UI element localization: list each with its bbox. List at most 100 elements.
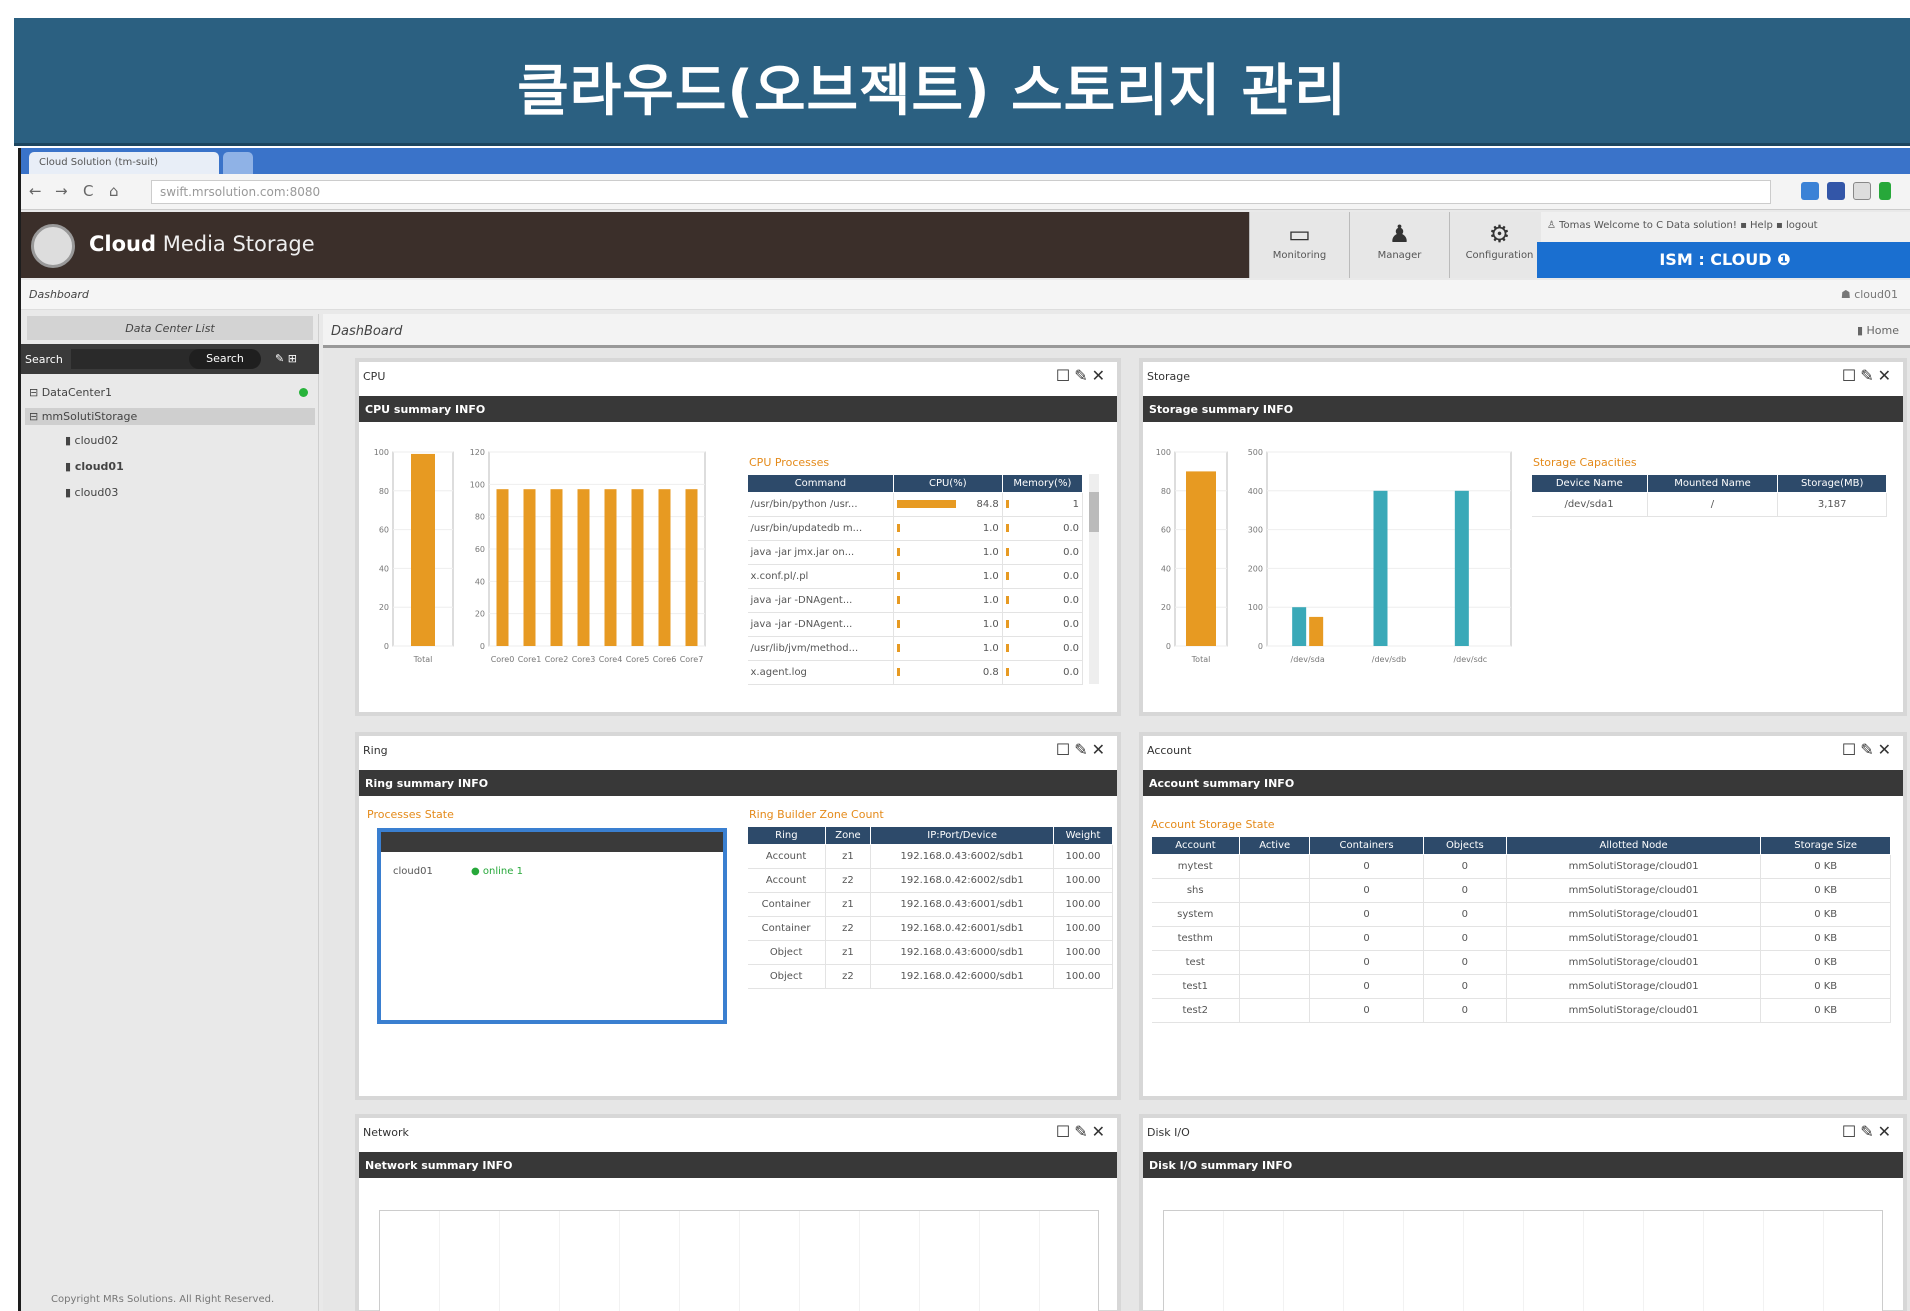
home-link[interactable]: ▮ Home [1857,324,1899,337]
extension-icon[interactable] [1853,182,1871,200]
table-row[interactable]: Account z1 192.168.0.43:6002/sdb1 100.00 [747,844,1113,869]
browser-tab[interactable]: Cloud Solution (tm-suit) [29,152,219,174]
close-icon[interactable]: ✕ [1878,366,1895,385]
scrollbar[interactable] [1089,474,1099,684]
x-tick-label: Total [1191,655,1211,664]
table-cell: z2 [825,964,872,989]
table-row[interactable]: test2 0 0 mmSolutiStorage/cloud01 0 KB [1151,998,1891,1023]
panel-controls: ☐✎✕ [1056,740,1109,759]
table-cell: 0 [1423,878,1507,903]
column-header[interactable]: Device Name [1531,474,1648,493]
table-row[interactable]: system 0 0 mmSolutiStorage/cloud01 0 KB [1151,902,1891,927]
table-row[interactable]: java -jar -DNAgent... 1.0 0.0 [747,588,1084,613]
table-row[interactable]: java -jar -DNAgent... 1.0 0.0 [747,612,1084,637]
reload-icon[interactable]: C [83,182,93,200]
table-row[interactable]: testhm 0 0 mmSolutiStorage/cloud01 0 KB [1151,926,1891,951]
configuration-button[interactable]: ⚙ Configuration [1449,212,1549,278]
breadcrumb[interactable]: Dashboard [29,288,89,301]
maximize-icon[interactable]: ☐ [1842,740,1860,759]
breadcrumb-node[interactable]: ☗ cloud01 [1841,288,1898,301]
table-row[interactable]: Object z2 192.168.0.42:6000/sdb1 100.00 [747,964,1113,989]
user-welcome[interactable]: ♙ Tomas Welcome to C Data solution! ▪ He… [1541,212,1910,242]
column-header[interactable]: Objects [1422,836,1507,855]
y-tick-label: 100 [374,448,389,457]
table-row[interactable]: /usr/bin/python /usr... 84.8 1 [747,492,1084,517]
maximize-icon[interactable]: ☐ [1056,740,1074,759]
column-header[interactable]: Zone [824,826,872,845]
search-button[interactable]: Search [189,349,261,369]
table-row[interactable]: x.agent.log 0.8 0.0 [747,660,1084,685]
table-row[interactable]: /dev/sda1/3,187 [1531,492,1887,517]
datacenter-list-header[interactable]: Data Center List [27,316,313,340]
column-header[interactable]: Allotted Node [1505,836,1762,855]
column-header[interactable]: Account [1151,836,1240,855]
table-row[interactable]: mytest 0 0 mmSolutiStorage/cloud01 0 KB [1151,854,1891,879]
edit-icon[interactable]: ✎ [1074,740,1091,759]
maximize-icon[interactable]: ☐ [1056,1122,1074,1141]
maximize-icon[interactable]: ☐ [1842,1122,1860,1141]
edit-icon[interactable]: ✎ [1074,1122,1091,1141]
table-row[interactable]: Account z2 192.168.0.42:6002/sdb1 100.00 [747,868,1113,893]
home-icon[interactable]: ⌂ [109,182,119,200]
close-icon[interactable]: ✕ [1878,1122,1895,1141]
table-cell: Account [747,868,826,893]
ism-selector[interactable]: ISM : CLOUD ❶ [1537,242,1910,278]
table-row[interactable]: shs 0 0 mmSolutiStorage/cloud01 0 KB [1151,878,1891,903]
column-header[interactable]: Weight [1053,826,1113,845]
table-row[interactable]: test 0 0 mmSolutiStorage/cloud01 0 KB [1151,950,1891,975]
usage-bar [896,644,900,652]
column-header[interactable]: Command [747,474,894,493]
table-row[interactable]: Container z2 192.168.0.42:6001/sdb1 100.00 [747,916,1113,941]
close-icon[interactable]: ✕ [1092,366,1109,385]
forward-icon[interactable]: → [55,182,68,200]
table-row[interactable]: x.conf.pl/.pl 1.0 0.0 [747,564,1084,589]
table-row[interactable]: /usr/bin/updatedb m... 1.0 0.0 [747,516,1084,541]
table-cell: 0.0 [1002,660,1084,685]
column-header[interactable]: IP:Port/Device [870,826,1055,845]
table-row[interactable]: test1 0 0 mmSolutiStorage/cloud01 0 KB [1151,974,1891,999]
table-row[interactable]: Container z1 192.168.0.43:6001/sdb1 100.00 [747,892,1113,917]
back-icon[interactable]: ← [29,182,42,200]
table-cell: 0 [1309,878,1424,903]
tree-item-datacenter[interactable]: ⊟ DataCenter1 [29,386,112,399]
search-input[interactable] [71,349,201,369]
panel-controls: ☐✎✕ [1056,1122,1109,1141]
tree-tools-icon[interactable]: ✎ ⊞ [275,352,297,365]
table-cell: Account [747,844,826,869]
column-header[interactable]: Mounted Name [1646,474,1779,493]
tree-item-node[interactable]: ▮ cloud03 [65,486,118,499]
close-icon[interactable]: ✕ [1092,1122,1109,1141]
panel-title: Account [1147,744,1192,757]
table-cell: z2 [825,916,872,941]
tree-item-node[interactable]: ▮ cloud01 [65,460,124,473]
y-tick-label: 40 [379,564,389,573]
extension-icon[interactable] [1879,182,1891,200]
new-tab-button[interactable] [223,152,253,174]
maximize-icon[interactable]: ☐ [1056,366,1074,385]
close-icon[interactable]: ✕ [1092,740,1109,759]
tree-item-storage[interactable]: ⊟ mmSolutiStorage [25,408,315,425]
edit-icon[interactable]: ✎ [1860,1122,1877,1141]
maximize-icon[interactable]: ☐ [1842,366,1860,385]
column-header[interactable]: Containers [1309,836,1424,855]
column-header[interactable]: Memory(%) [1001,474,1084,493]
column-header[interactable]: Storage(MB) [1777,474,1887,493]
edit-icon[interactable]: ✎ [1860,740,1877,759]
monitoring-button[interactable]: ▭ Monitoring [1249,212,1349,278]
edit-icon[interactable]: ✎ [1074,366,1091,385]
url-input[interactable]: swift.mrsolution.com:8080 [151,180,1771,204]
column-header[interactable]: Storage Size [1760,836,1891,855]
column-header[interactable]: Ring [747,826,826,845]
table-row[interactable]: java -jar jmx.jar on... 1.0 0.0 [747,540,1084,565]
close-icon[interactable]: ✕ [1878,740,1895,759]
extension-icon[interactable] [1801,182,1819,200]
column-header[interactable]: Active [1238,836,1311,855]
manager-button[interactable]: ♟ Manager [1349,212,1449,278]
y-tick-label: 80 [475,513,485,522]
tree-item-node[interactable]: ▮ cloud02 [65,434,118,447]
column-header[interactable]: CPU(%) [892,474,1003,493]
extension-icon[interactable] [1827,182,1845,200]
table-row[interactable]: Object z1 192.168.0.43:6000/sdb1 100.00 [747,940,1113,965]
table-row[interactable]: /usr/lib/jvm/method... 1.0 0.0 [747,636,1084,661]
edit-icon[interactable]: ✎ [1860,366,1877,385]
